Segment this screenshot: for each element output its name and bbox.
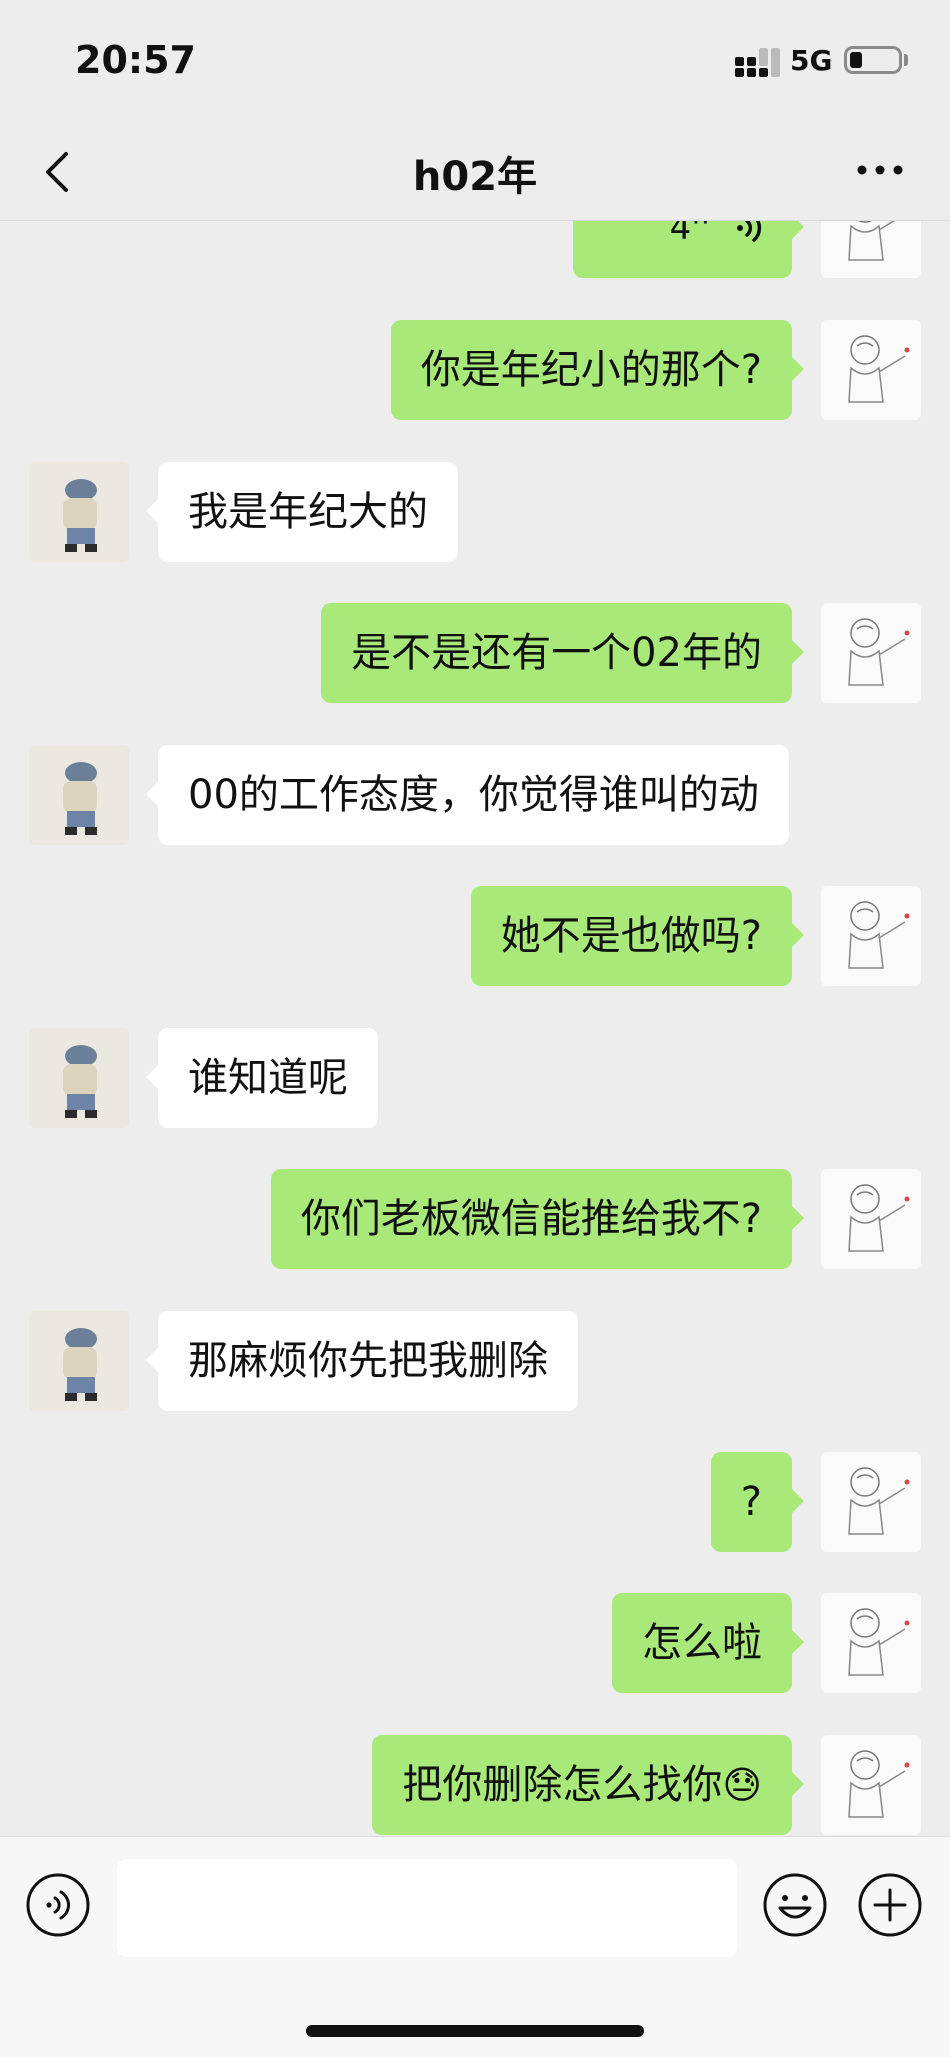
message-row: 我是年纪大的 — [0, 462, 950, 562]
message-bubble[interactable]: 谁知道呢 — [146, 1028, 378, 1128]
status-time: 20:57 — [75, 38, 196, 82]
message-bubble[interactable]: 把你删除怎么找你 😓 — [372, 1735, 804, 1835]
contact-avatar[interactable] — [29, 1311, 129, 1411]
message-row: ? — [0, 1452, 950, 1552]
voice-message-bubble[interactable]: 4'' — [573, 221, 804, 278]
message-row: 把你删除怎么找你 😓 — [0, 1735, 950, 1835]
voice-input-button[interactable] — [25, 1872, 91, 1938]
message-bubble[interactable]: 她不是也做吗? — [470, 886, 805, 986]
message-bubble[interactable]: 怎么啦 — [612, 1593, 804, 1693]
message-bubble[interactable]: 那麻烦你先把我删除 — [146, 1311, 578, 1411]
home-indicator[interactable] — [306, 2025, 644, 2037]
message-bubble[interactable]: 00的工作态度，你觉得谁叫的动 — [146, 745, 789, 845]
message-row: 她不是也做吗? — [0, 886, 950, 986]
message-bubble[interactable]: 你是年纪小的那个? — [390, 320, 805, 420]
chat-title: h02年 — [412, 154, 538, 200]
my-avatar[interactable] — [821, 320, 921, 420]
message-bubble[interactable]: 你们老板微信能推给我不? — [270, 1169, 805, 1269]
my-avatar[interactable] — [821, 1452, 921, 1552]
signal-icon — [735, 48, 780, 77]
message-text: 把你删除怎么找你 — [402, 1762, 723, 1808]
message-input[interactable] — [117, 1859, 737, 1957]
my-avatar[interactable] — [821, 221, 921, 278]
battery-icon — [844, 46, 902, 74]
my-avatar[interactable] — [821, 1593, 921, 1693]
more-options-button[interactable] — [850, 150, 910, 190]
emoji-button[interactable] — [762, 1872, 828, 1938]
message-row: 4'' — [0, 221, 950, 278]
message-row: 怎么啦 — [0, 1593, 950, 1693]
message-row: 你们老板微信能推给我不? — [0, 1169, 950, 1269]
message-row: 你是年纪小的那个? — [0, 320, 950, 420]
input-bar — [0, 1836, 950, 2057]
status-bar: 20:57 5G — [0, 0, 950, 120]
plus-button[interactable] — [857, 1872, 923, 1938]
message-row: 是不是还有一个02年的 — [0, 603, 950, 703]
message-row: 那麻烦你先把我删除 — [0, 1311, 950, 1411]
network-label: 5G — [790, 44, 833, 77]
voice-wave-icon — [737, 221, 762, 242]
message-bubble[interactable]: ? — [710, 1452, 805, 1552]
message-bubble[interactable]: 是不是还有一个02年的 — [321, 603, 804, 703]
chat-header: h02年 — [0, 120, 950, 221]
contact-avatar[interactable] — [29, 745, 129, 845]
my-avatar[interactable] — [821, 603, 921, 703]
contact-avatar[interactable] — [29, 1028, 129, 1128]
my-avatar[interactable] — [821, 1735, 921, 1835]
sweat-smile-emoji: 😓 — [722, 1763, 762, 1807]
my-avatar[interactable] — [821, 1169, 921, 1269]
my-avatar[interactable] — [821, 886, 921, 986]
message-row: 谁知道呢 — [0, 1028, 950, 1128]
voice-duration: 4'' — [669, 221, 710, 248]
message-row: 00的工作态度，你觉得谁叫的动 — [0, 745, 950, 845]
contact-avatar[interactable] — [29, 462, 129, 562]
message-list[interactable]: 4'' 你是年纪小的那个? 我是年纪大的 是不是还有一个02年的 00的工作态度… — [0, 221, 950, 1835]
message-bubble[interactable]: 我是年纪大的 — [146, 462, 458, 562]
